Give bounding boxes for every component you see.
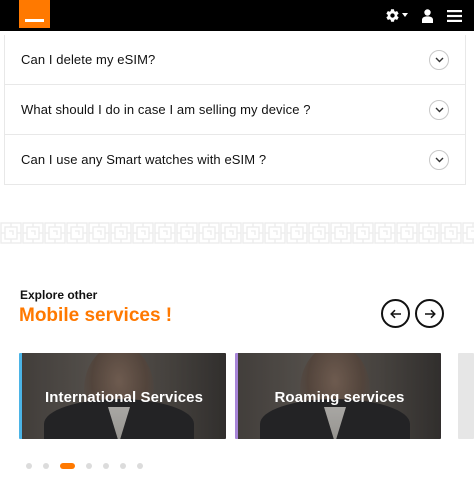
faq-question: Can I use any Smart watches with eSIM ? [21, 152, 267, 167]
chevron-down-icon[interactable] [429, 149, 449, 170]
service-card-partial[interactable] [458, 353, 474, 439]
faq-accordion: Can I delete my eSIM? What should I do i… [4, 35, 466, 185]
pagination-dot[interactable] [86, 463, 92, 469]
user-icon[interactable] [422, 8, 433, 23]
gear-icon [386, 9, 399, 22]
arrow-right-icon [424, 309, 436, 318]
chevron-down-icon [402, 13, 408, 17]
card-image [458, 353, 474, 439]
pagination-dot[interactable] [43, 463, 49, 469]
section-title: Mobile services ! [19, 305, 173, 326]
arrow-left-icon [389, 309, 401, 318]
menu-icon[interactable] [447, 9, 462, 22]
orange-logo[interactable] [19, 0, 50, 28]
service-card-international[interactable]: International Services [19, 353, 226, 439]
pagination-dot[interactable] [26, 463, 32, 469]
faq-item[interactable]: What should I do in case I am selling my… [5, 84, 465, 134]
faq-item[interactable]: Can I delete my eSIM? [5, 35, 465, 84]
settings-menu[interactable] [385, 8, 408, 23]
chevron-down-icon[interactable] [429, 99, 449, 120]
section-subtitle: Explore other [20, 288, 98, 302]
faq-question: What should I do in case I am selling my… [21, 102, 311, 117]
carousel-pagination [26, 463, 154, 469]
top-bar [0, 0, 474, 31]
chevron-down-icon[interactable] [429, 49, 449, 70]
pagination-dot[interactable] [120, 463, 126, 469]
header-actions [385, 0, 462, 31]
card-title: Roaming services [274, 389, 405, 406]
carousel-next-button[interactable] [415, 299, 444, 328]
card-title: International Services [44, 389, 204, 406]
pagination-dot[interactable] [103, 463, 109, 469]
pagination-dot-active[interactable] [60, 463, 75, 469]
faq-question: Can I delete my eSIM? [21, 52, 156, 67]
pagination-dot[interactable] [137, 463, 143, 469]
faq-item[interactable]: Can I use any Smart watches with eSIM ? [5, 134, 465, 184]
decorative-pattern [0, 222, 474, 244]
carousel-prev-button[interactable] [381, 299, 410, 328]
service-card-roaming[interactable]: Roaming services [235, 353, 441, 439]
